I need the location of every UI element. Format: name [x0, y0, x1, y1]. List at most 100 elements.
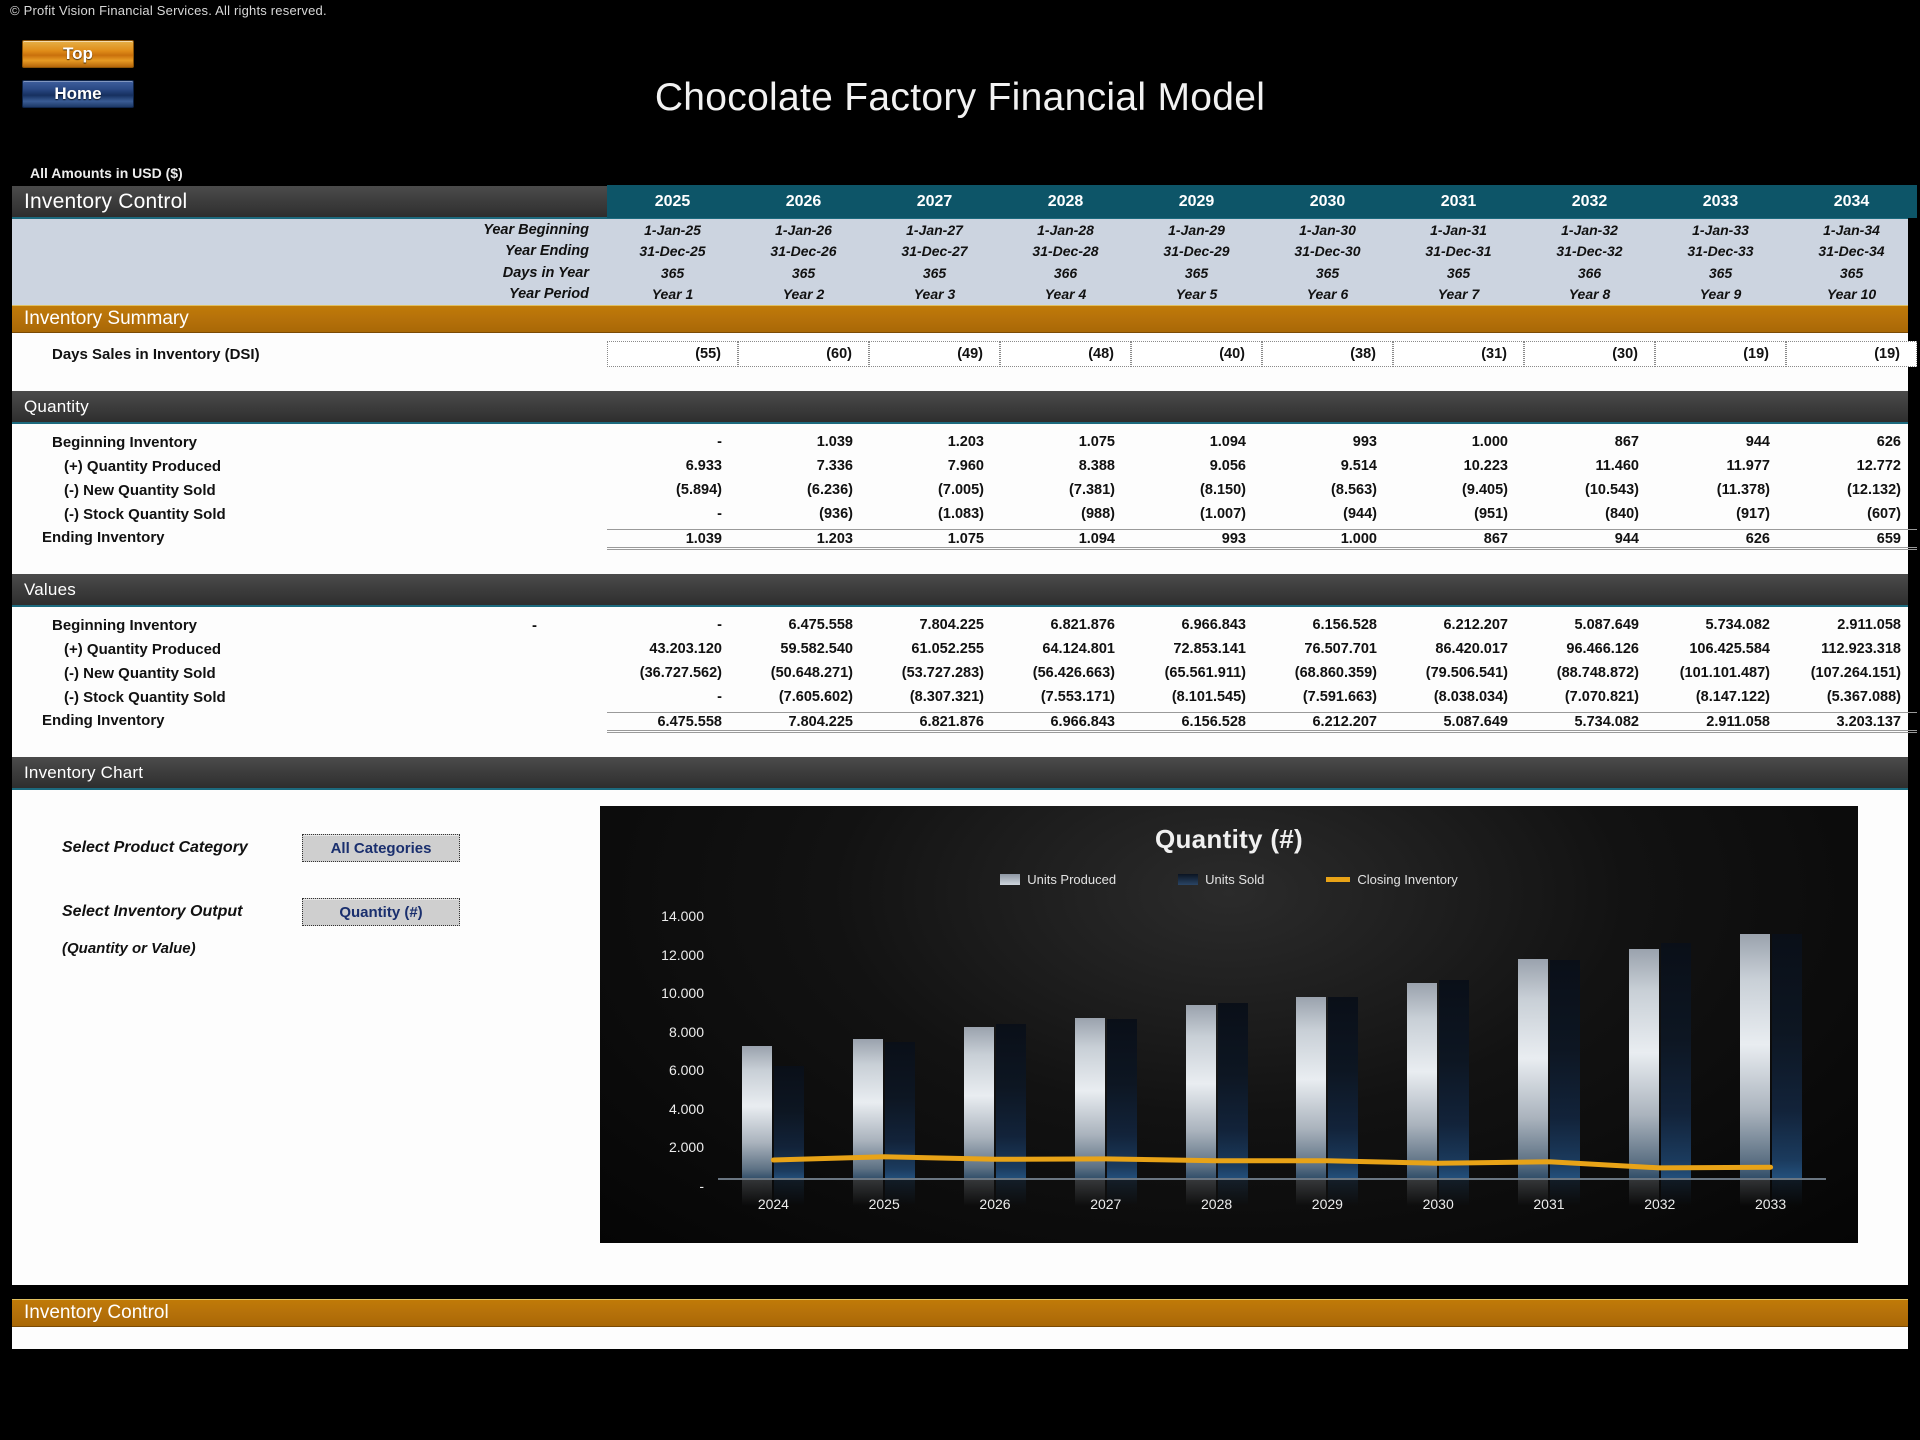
inventory-chart-header: Inventory Chart [12, 757, 1908, 790]
table-cell: 5.087.649 [1574, 617, 1639, 633]
x-axis-tick: 2026 [979, 1196, 1011, 1212]
total-cell: 659 [1786, 528, 1917, 550]
section-title-values: Values [24, 579, 76, 599]
period-cell: 1-Jan-29 [1168, 221, 1225, 238]
spacer [12, 552, 1908, 574]
total-cell: 1.203 [738, 528, 869, 550]
table-cell: 6.933 [685, 458, 722, 474]
chart-title: Quantity (#) [1154, 824, 1304, 854]
chart-baseline [718, 1178, 1826, 1180]
table-cell: (101.101.487) [1679, 665, 1770, 681]
period-cell: 1-Jan-34 [1823, 221, 1880, 238]
table-cell: 5.734.082 [1705, 617, 1770, 633]
period-row-label: Year Ending [504, 243, 589, 260]
table-cell: - [717, 689, 722, 705]
footer-title: Inventory Control [24, 1302, 169, 1323]
inventory-summary-band: Inventory Summary [12, 305, 1908, 333]
table-cell: 11.977 [1726, 458, 1770, 474]
amounts-note: All Amounts in USD ($) [30, 165, 183, 181]
x-axis-tick: 2024 [757, 1196, 789, 1212]
total-cell: 7.804.225 [738, 711, 869, 733]
period-cell: 365 [1708, 264, 1733, 281]
table-cell: 10.223 [1463, 458, 1508, 474]
inventory-output-select[interactable]: Quantity (#) [302, 898, 460, 926]
table-cell: (8.150) [1200, 482, 1246, 498]
year-header-2030: 2030 [1262, 185, 1393, 218]
table-cell: 6.156.528 [1312, 617, 1377, 633]
table-cell: (7.591.663) [1302, 689, 1377, 705]
dsi-cell[interactable]: (49) [869, 341, 1000, 367]
x-axis-tick: 2029 [1311, 1196, 1343, 1212]
period-cell: 1-Jan-26 [775, 221, 832, 238]
table-cell: (840) [1605, 506, 1639, 522]
year-header-2032: 2032 [1524, 185, 1655, 218]
dsi-cell[interactable]: (40) [1131, 341, 1262, 367]
period-cell: 1-Jan-32 [1561, 221, 1618, 238]
dsi-cell[interactable]: (55) [607, 341, 738, 367]
table-cell: (936) [819, 506, 853, 522]
table-row: (-) Stock Quantity Sold - (936) (1.083) (988… [12, 502, 1908, 526]
inventory-output-hint: (Quantity or Value) [62, 940, 196, 957]
table-cell: - [717, 506, 722, 522]
x-axis-tick: 2025 [868, 1196, 900, 1212]
dsi-cell[interactable]: (60) [738, 341, 869, 367]
y-axis-tick: 10.000 [661, 985, 704, 1002]
table-cell: 9.056 [1209, 458, 1246, 474]
period-cell: Year 5 [1175, 286, 1218, 303]
period-cell: 31-Dec-29 [1163, 243, 1230, 260]
table-cell: (8.563) [1331, 482, 1377, 498]
inventory-chart: Quantity (#) Units Produced Units Sold Clo… [600, 806, 1858, 1243]
chart-legend: Units Produced Units Sold Closing Inventor… [600, 872, 1858, 887]
dsi-cell[interactable]: (19) [1655, 341, 1786, 367]
table-cell: 1.094 [1209, 434, 1246, 450]
total-cell: 6.475.558 [607, 711, 738, 733]
legend-swatch [1000, 874, 1021, 885]
top-button[interactable]: Top [22, 40, 134, 68]
period-row-label: Year Beginning [483, 221, 589, 238]
period-cell: 31-Dec-33 [1687, 243, 1754, 260]
table-cell: (12.132) [1846, 482, 1901, 498]
table-cell: (988) [1081, 506, 1115, 522]
table-cell: 993 [1352, 434, 1377, 450]
y-axis-tick: 14.000 [661, 908, 704, 924]
period-cell: 366 [1577, 264, 1602, 281]
table-row: (+) Quantity Produced 6.933 7.336 7.960 8.38… [12, 454, 1908, 478]
legend-item: Closing Inventory [1326, 872, 1458, 887]
period-cell: 365 [791, 264, 816, 281]
period-cell: Year 6 [1306, 286, 1349, 303]
y-axis-tick: 2.000 [668, 1139, 704, 1156]
spacer [12, 369, 1908, 391]
period-cell: 1-Jan-30 [1299, 221, 1356, 238]
table-cell: 96.466.126 [1566, 641, 1639, 657]
table-cell: (7.553.171) [1040, 689, 1115, 705]
total-cell: 6.156.528 [1131, 711, 1262, 733]
table-cell: - [717, 434, 722, 450]
table-cell: (5.367.088) [1826, 689, 1901, 705]
dsi-cell[interactable]: (19) [1786, 341, 1917, 367]
row-label: (-) New Quantity Sold [64, 481, 216, 499]
table-cell: 112.923.318 [1821, 641, 1901, 657]
dsi-cell[interactable]: (30) [1524, 341, 1655, 367]
spacer [12, 1263, 1908, 1285]
section-title-inventory-chart: Inventory Chart [24, 762, 144, 782]
table-cell: 6.475.558 [788, 617, 853, 633]
product-category-select[interactable]: All Categories [302, 834, 460, 862]
values-header: Values [12, 574, 1908, 607]
page-title: Chocolate Factory Financial Model [654, 76, 1266, 119]
dsi-cell[interactable]: (38) [1262, 341, 1393, 367]
table-row: (-) New Quantity Sold (36.727.562) (50.648… [12, 661, 1908, 685]
period-cell: 31-Dec-31 [1425, 243, 1492, 260]
period-row-label: Year Period [508, 286, 589, 303]
dsi-cell[interactable]: (48) [1000, 341, 1131, 367]
table-cell: 7.804.225 [919, 617, 984, 633]
section-title-inventory-control: Inventory Control [24, 189, 188, 213]
table-cell: (9.405) [1462, 482, 1508, 498]
total-cell: 944 [1524, 528, 1655, 550]
dsi-cell[interactable]: (31) [1393, 341, 1524, 367]
table-row: (-) Stock Quantity Sold - (7.605.602) (8.30… [12, 685, 1908, 709]
row-label: Beginning Inventory - [52, 616, 537, 634]
period-cell: 31-Dec-27 [901, 243, 968, 260]
table-cell: (607) [1867, 506, 1901, 522]
table-cell: 8.388 [1078, 458, 1115, 474]
period-row: Year Period Year 1 Year 2 Year 3 Year 4 Year … [12, 284, 1908, 306]
